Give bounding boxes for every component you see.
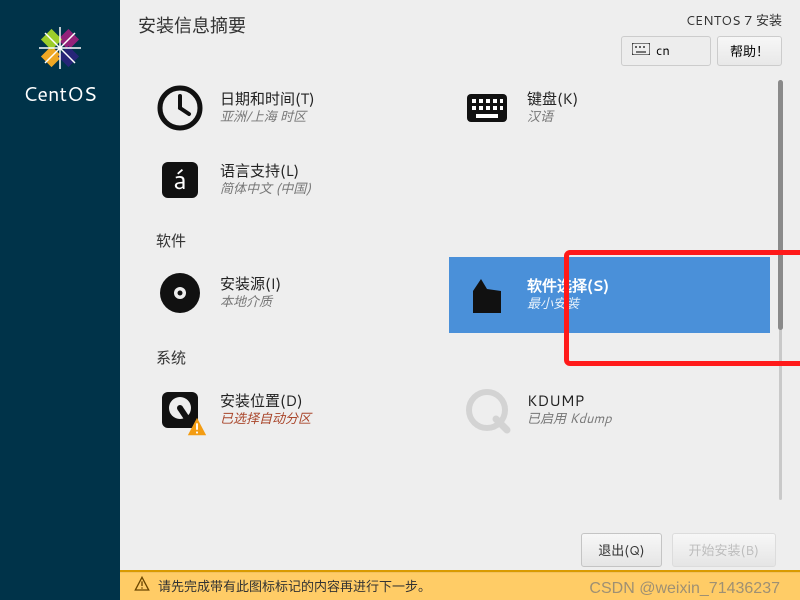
centos-logo-icon: [36, 24, 84, 72]
section-system-label: 系统: [156, 347, 770, 368]
tile-install-source-sub: 本地介质: [220, 294, 281, 312]
keyboard-small-icon: [632, 42, 650, 60]
tile-kdump-title: KDUMP: [527, 391, 612, 411]
header-right: CENTOS 7 安装 cn 帮助！: [621, 10, 782, 66]
kdump-icon: [463, 386, 511, 434]
centos-logo: CentOS: [23, 24, 97, 108]
centos-logo-text: CentOS: [23, 80, 97, 108]
tile-kdump-sub: 已启用 Kdump: [527, 411, 612, 429]
harddisk-icon: [156, 386, 204, 434]
keyboard-icon: [463, 84, 511, 132]
tile-language-title: 语言支持(L): [220, 161, 311, 181]
tile-partial[interactable]: [156, 446, 463, 456]
svg-text:á: á: [173, 162, 187, 198]
tile-datetime-sub: 亚洲/上海 时区: [220, 109, 315, 127]
watermark: CSDN @weixin_71436237: [589, 580, 780, 598]
tile-datetime-title: 日期和时间(T): [220, 89, 315, 109]
main-panel: 安装信息摘要 CENTOS 7 安装 cn 帮助！: [120, 0, 800, 600]
begin-install-button[interactable]: 开始安装(B): [672, 533, 776, 567]
branding-sidebar: CentOS: [0, 0, 120, 600]
language-icon: á: [156, 156, 204, 204]
keyboard-layout-indicator[interactable]: cn: [621, 36, 711, 66]
section-software-label: 软件: [156, 230, 770, 251]
warning-icon: [134, 576, 150, 597]
tile-install-source[interactable]: 安装源(I) 本地介质: [156, 257, 463, 329]
tile-install-destination[interactable]: 安装位置(D) 已选择自动分区: [156, 374, 463, 446]
tile-install-source-title: 安装源(I): [220, 274, 281, 294]
tile-partial[interactable]: [463, 446, 770, 456]
installer-name: CENTOS 7 安装: [621, 10, 782, 30]
tile-language-sub: 简体中文 (中国): [220, 181, 311, 199]
tile-datetime[interactable]: 日期和时间(T) 亚洲/上海 时区: [156, 72, 463, 144]
content: 日期和时间(T) 亚洲/上海 时区 键盘(K) 汉语: [120, 70, 800, 525]
warning-badge-icon: [186, 416, 208, 438]
tile-keyboard-sub: 汉语: [527, 109, 578, 127]
tile-keyboard-title: 键盘(K): [527, 89, 578, 109]
disc-icon: [156, 269, 204, 317]
help-button[interactable]: 帮助！: [717, 36, 782, 66]
tile-software-selection[interactable]: 软件选择(S) 最小安装: [449, 257, 770, 333]
scrollbar[interactable]: [779, 80, 782, 500]
tile-install-destination-sub: 已选择自动分区: [220, 411, 311, 429]
package-icon: [463, 271, 511, 319]
tile-keyboard[interactable]: 键盘(K) 汉语: [463, 72, 770, 144]
tile-language[interactable]: á 语言支持(L) 简体中文 (中国): [156, 144, 463, 216]
warning-text: 请先完成带有此图标标记的内容再进行下一步。: [158, 576, 431, 596]
header: 安装信息摘要 CENTOS 7 安装 cn 帮助！: [120, 0, 800, 70]
tile-install-destination-title: 安装位置(D): [220, 391, 311, 411]
quit-button[interactable]: 退出(Q): [581, 533, 661, 567]
tile-software-selection-sub: 最小安装: [527, 296, 609, 314]
tile-software-selection-title: 软件选择(S): [527, 276, 609, 296]
page-title: 安装信息摘要: [138, 10, 246, 38]
keyboard-layout-label: cn: [656, 42, 670, 60]
clock-icon: [156, 84, 204, 132]
tile-kdump[interactable]: KDUMP 已启用 Kdump: [463, 374, 770, 446]
